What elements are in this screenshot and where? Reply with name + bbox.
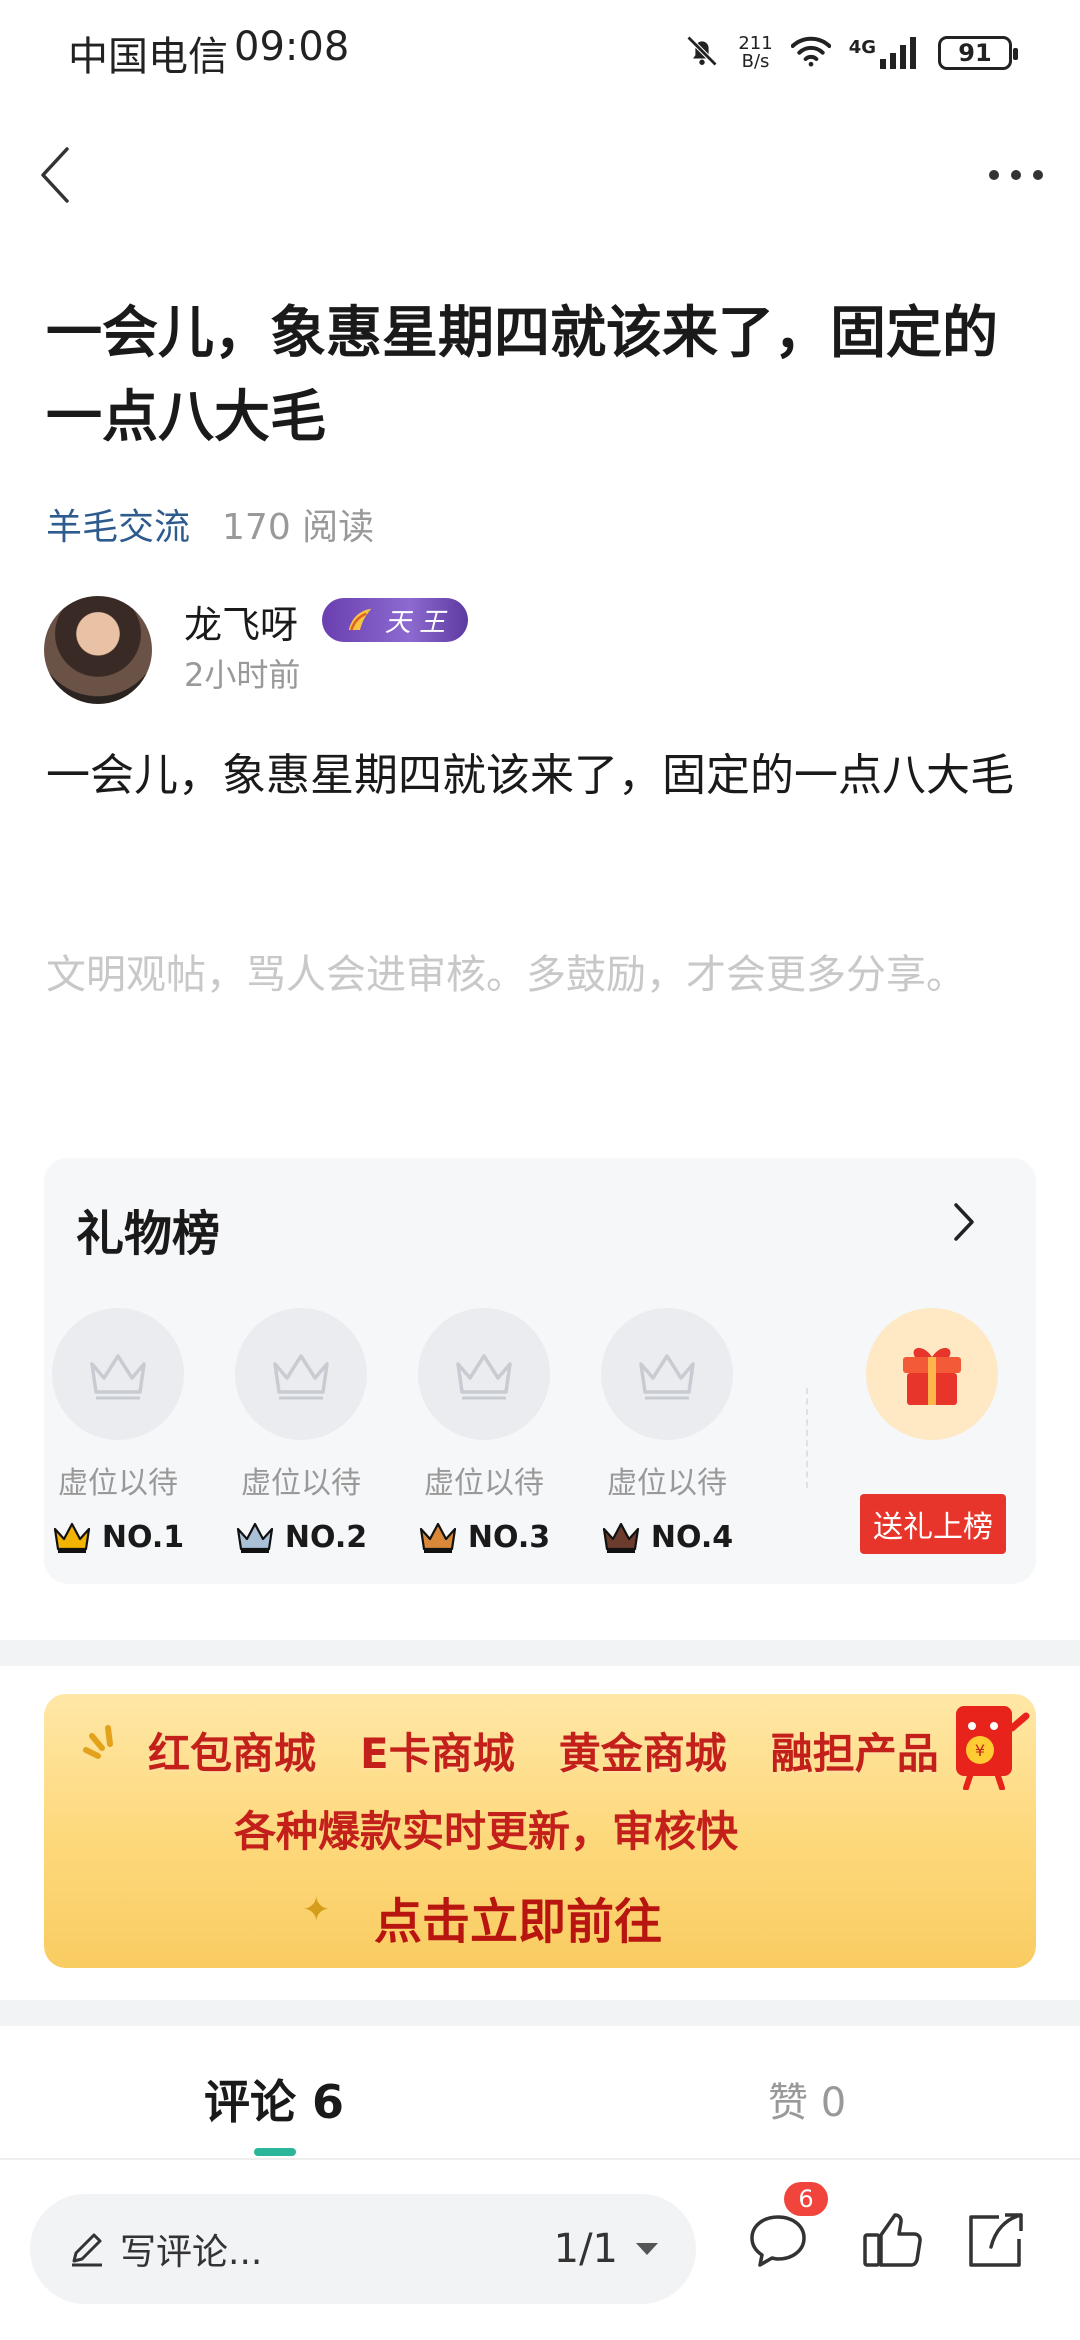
like-button[interactable]	[856, 2204, 928, 2276]
tab-likes[interactable]: 赞 0	[768, 2070, 846, 2128]
slot-rank-label: NO.1	[101, 1520, 185, 1555]
crown-outline-icon	[456, 1354, 512, 1400]
more-dots-icon	[989, 170, 1043, 180]
slot-label: 虚位以待	[607, 1466, 727, 1501]
crown-outline-icon	[90, 1354, 146, 1400]
carrier-label: 中国电信	[68, 33, 228, 80]
status-bar: 中国电信 09:08 211 B/s 4G 91	[0, 0, 1080, 105]
comment-bubble-icon	[750, 2215, 806, 2267]
gift-slot[interactable]: 虚位以待 NO.1	[48, 1308, 188, 1555]
slot-rank: NO.4	[597, 1520, 737, 1555]
comments-button[interactable]: 6	[742, 2182, 828, 2276]
back-button[interactable]	[24, 140, 84, 210]
post-time: 2小时前	[184, 656, 301, 694]
banner-shop-item: 黄金商城	[558, 1729, 727, 1778]
slot-rank: NO.2	[231, 1520, 371, 1555]
empty-slot-avatar	[418, 1308, 550, 1440]
crown-dark-icon	[602, 1522, 639, 1553]
slot-rank-label: NO.2	[284, 1520, 368, 1555]
comment-input[interactable]: 写评论... 1/1	[30, 2194, 696, 2304]
comment-placeholder: 写评论...	[120, 2232, 263, 2273]
author-badge-label: 天 王	[384, 607, 446, 638]
section-divider	[0, 1640, 1080, 1666]
back-chevron-icon	[41, 147, 69, 203]
post-title: 一会儿，象惠星期四就该来了，固定的一点八大毛	[46, 301, 998, 450]
gift-board-more-button[interactable]	[942, 1200, 986, 1244]
post-meta: 羊毛交流 170 阅读	[46, 498, 374, 550]
pencil-icon	[72, 2233, 102, 2267]
slot-rank-label: NO.3	[467, 1520, 551, 1555]
share-icon	[969, 2213, 1023, 2267]
gift-button[interactable]	[866, 1308, 998, 1440]
more-button[interactable]	[976, 140, 1056, 210]
slot-rank: NO.1	[48, 1520, 188, 1555]
battery-level: 91	[958, 38, 992, 67]
crown-bronze-icon	[419, 1522, 456, 1553]
section-divider	[0, 2000, 1080, 2026]
empty-slot-avatar	[52, 1308, 184, 1440]
star-icon: ✦	[302, 1890, 331, 1930]
banner-shop-item: 融担产品	[770, 1729, 939, 1778]
gift-board-title: 礼物榜	[76, 1206, 221, 1262]
tab-active-indicator	[254, 2148, 296, 2156]
gift-board: 礼物榜 虚位以待 NO.1 虚位以待 NO.2 虚位以待 NO.3 虚位以待 N…	[44, 1158, 1036, 1584]
category-link[interactable]: 羊毛交流	[46, 498, 190, 550]
banner-shop-item: E卡商城	[360, 1729, 515, 1778]
banner-cta[interactable]: 点击立即前往	[374, 1882, 662, 1952]
net-speed-unit: B/s	[741, 50, 770, 72]
page-selector[interactable]: 1/1	[554, 2226, 660, 2272]
empty-slot-avatar	[601, 1308, 733, 1440]
svg-text:¥: ¥	[975, 1741, 985, 1760]
status-right: 211 B/s 4G 91	[684, 32, 1018, 73]
slot-label: 虚位以待	[241, 1466, 361, 1501]
author-name[interactable]: 龙飞呀	[184, 594, 298, 649]
wifi-icon	[790, 35, 832, 71]
status-left: 中国电信 09:08	[68, 24, 349, 82]
slot-label: 虚位以待	[58, 1466, 178, 1501]
caret-down-icon	[636, 2243, 658, 2255]
bottom-bar: 写评论... 1/1 6	[0, 2160, 1080, 2340]
post-content: 一会儿，象惠星期四就该来了，固定的一点八大毛	[46, 750, 1014, 801]
send-gift-button[interactable]: 送礼上榜	[860, 1494, 1006, 1554]
battery-icon: 91	[938, 35, 1018, 70]
chevron-right-icon	[954, 1203, 974, 1241]
network-type: 4G	[848, 36, 876, 58]
net-speed-value: 211	[738, 32, 773, 54]
crown-silver-icon	[236, 1522, 273, 1553]
slot-label: 虚位以待	[424, 1466, 544, 1501]
comment-count-badge: 6	[784, 2182, 828, 2216]
spark-icon	[83, 1725, 113, 1759]
gift-box-icon	[903, 1347, 961, 1405]
tab-comments[interactable]: 评论 6	[204, 2066, 344, 2132]
banner-shop-list: 红包商城 E卡商城 黄金商城 融担产品	[148, 1720, 939, 1781]
top-nav	[0, 130, 1080, 220]
gift-slot[interactable]: 虚位以待 NO.2	[231, 1308, 371, 1555]
crown-outline-icon	[273, 1354, 329, 1400]
empty-slot-avatar	[235, 1308, 367, 1440]
red-envelope-mascot-icon: ¥	[956, 1706, 1030, 1790]
gift-divider	[806, 1388, 808, 1488]
avatar[interactable]	[44, 596, 152, 704]
promo-banner[interactable]: 红包商城 E卡商城 黄金商城 融担产品 各种爆款实时更新，审核快 ✦ 点击立即前…	[44, 1694, 1036, 1968]
banner-subtitle: 各种爆款实时更新，审核快	[234, 1807, 739, 1856]
net-speed: 211 B/s	[738, 32, 773, 72]
gift-slot[interactable]: 虚位以待 NO.3	[414, 1308, 554, 1555]
page-number: 1/1	[553, 2226, 618, 2272]
clock: 09:08	[234, 23, 350, 70]
crown-outline-icon	[639, 1354, 695, 1400]
gift-slot[interactable]: 虚位以待 NO.4	[597, 1308, 737, 1555]
community-notice: 文明观帖，骂人会进审核。多鼓励，才会更多分享。	[46, 952, 966, 998]
read-count: 170 阅读	[222, 507, 375, 548]
banner-shop-item: 红包商城	[148, 1729, 317, 1778]
share-button[interactable]	[960, 2204, 1032, 2276]
crown-gold-icon	[53, 1522, 90, 1553]
bell-mute-icon	[684, 33, 720, 73]
slot-rank-label: NO.4	[650, 1520, 734, 1555]
author-rank-badge: 天 王	[322, 598, 468, 642]
thumbs-up-icon	[863, 2213, 922, 2267]
slot-rank: NO.3	[414, 1520, 554, 1555]
signal-icon: 4G	[848, 36, 920, 69]
wing-icon	[348, 608, 372, 631]
